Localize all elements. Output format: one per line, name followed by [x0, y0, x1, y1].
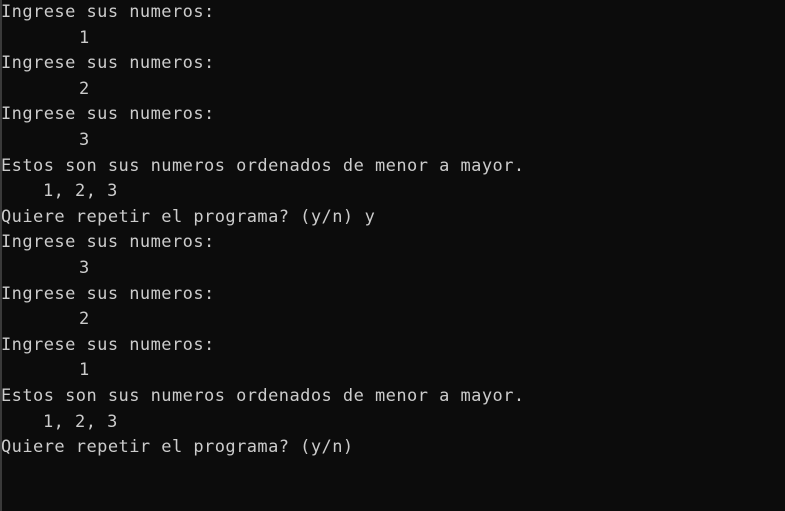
repeat-line: Quiere repetir el programa? (y/n) y	[1, 205, 525, 231]
input-prompt: Ingrese sus numeros:	[1, 104, 215, 125]
console-output: Ingrese sus numeros: 1 Ingrese sus numer…	[1, 0, 525, 461]
sorted-result: 1, 2, 3	[43, 411, 118, 432]
repeat-answer: y	[364, 206, 376, 227]
repeat-prompt: Quiere repetir el programa? (y/n)	[1, 206, 354, 227]
entered-number: 1	[79, 27, 90, 48]
input-prompt: Ingrese sus numeros:	[1, 334, 215, 355]
entered-number: 2	[79, 78, 90, 99]
input-prompt: Ingrese sus numeros:	[1, 232, 215, 253]
input-prompt: Ingrese sus numeros:	[1, 2, 215, 22]
entered-number: 3	[79, 257, 90, 278]
sorted-result: 1, 2, 3	[43, 181, 118, 202]
entered-number: 2	[79, 309, 90, 330]
input-prompt: Ingrese sus numeros:	[1, 283, 215, 304]
entered-number: 3	[79, 129, 90, 150]
repeat-line-active[interactable]: Quiere repetir el programa? (y/n)	[1, 435, 525, 461]
console-window[interactable]: Ingrese sus numeros: 1 Ingrese sus numer…	[0, 0, 785, 511]
repeat-prompt: Quiere repetir el programa? (y/n)	[1, 437, 354, 458]
sorted-message: Estos son sus numeros ordenados de menor…	[1, 385, 525, 406]
input-prompt: Ingrese sus numeros:	[1, 53, 215, 74]
sorted-message: Estos son sus numeros ordenados de menor…	[1, 155, 525, 176]
entered-number: 1	[79, 360, 90, 381]
